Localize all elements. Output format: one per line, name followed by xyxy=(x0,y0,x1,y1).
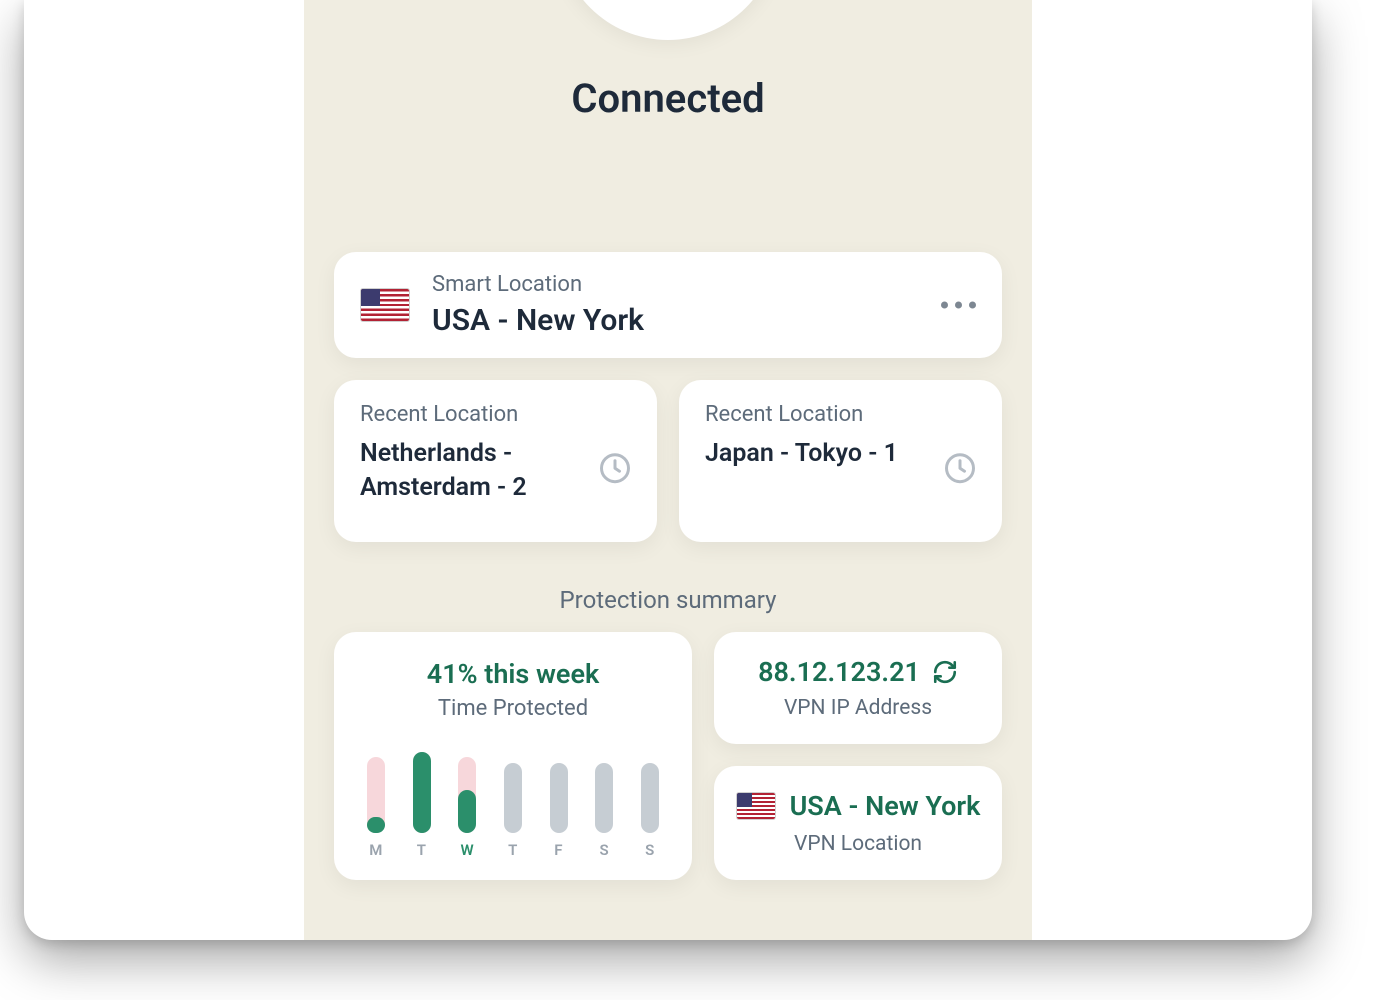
chart-bar: S xyxy=(636,743,664,859)
vpn-location-card[interactable]: USA - New York VPN Location xyxy=(714,766,1002,880)
device-frame: Connected Smart Location USA - New York … xyxy=(24,0,1312,940)
more-options-icon[interactable] xyxy=(941,302,976,309)
chart-bar: T xyxy=(408,743,436,859)
vpn-location-value: USA - New York xyxy=(790,790,981,822)
time-protected-bar-chart: MTWTFSS xyxy=(362,743,664,859)
chart-bar: M xyxy=(362,743,390,859)
vpn-ip-card[interactable]: 88.12.123.21 VPN IP Address xyxy=(714,632,1002,744)
vpn-ip-label: VPN IP Address xyxy=(734,696,982,720)
recent-location-label: Recent Location xyxy=(705,402,976,427)
smart-location-card[interactable]: Smart Location USA - New York xyxy=(334,252,1002,358)
recent-location-card[interactable]: Recent Location Japan - Tokyo - 1 xyxy=(679,380,1002,542)
recent-location-card[interactable]: Recent Location Netherlands - Amsterdam … xyxy=(334,380,657,542)
usa-flag-icon xyxy=(736,792,776,820)
time-protected-card[interactable]: 41% this week Time Protected M T W T F S S xyxy=(334,632,692,880)
chart-bar: F xyxy=(545,743,573,859)
recent-location-value: Netherlands - Amsterdam - 2 xyxy=(360,437,560,505)
chart-bar-label: M xyxy=(369,841,383,859)
smart-location-value: USA - New York xyxy=(432,303,976,338)
vpn-location-label: VPN Location xyxy=(734,832,982,856)
vpn-app-screen: Connected Smart Location USA - New York … xyxy=(304,0,1032,940)
vpn-ip-value: 88.12.123.21 xyxy=(758,656,920,688)
cards-area: Smart Location USA - New York Recent Loc… xyxy=(334,252,1002,880)
usa-flag-icon xyxy=(360,288,410,322)
time-protected-sub: Time Protected xyxy=(352,696,674,721)
chart-bar-label: S xyxy=(645,841,655,859)
chart-bar: W xyxy=(453,743,481,859)
chart-bar-label: S xyxy=(599,841,609,859)
summary-right-column: 88.12.123.21 VPN IP Address xyxy=(714,632,1002,880)
chart-bar-label: T xyxy=(417,841,427,859)
chart-bar: T xyxy=(499,743,527,859)
clock-icon xyxy=(597,450,633,486)
chart-bar-label: W xyxy=(460,841,474,859)
protection-summary-title: Protection summary xyxy=(334,586,1002,614)
clock-icon xyxy=(942,450,978,486)
connection-status-title: Connected xyxy=(304,75,1032,122)
time-protected-metric: 41% this week xyxy=(352,658,674,690)
recent-location-label: Recent Location xyxy=(360,402,631,427)
smart-location-label: Smart Location xyxy=(432,272,976,297)
chart-bar: S xyxy=(590,743,618,859)
chart-bar-label: F xyxy=(554,841,563,859)
chart-bar-label: T xyxy=(508,841,518,859)
refresh-icon[interactable] xyxy=(932,659,958,685)
protection-summary-row: 41% this week Time Protected M T W T F S S 88.… xyxy=(334,632,1002,880)
recent-location-value: Japan - Tokyo - 1 xyxy=(705,437,905,471)
connect-power-button[interactable] xyxy=(558,0,778,40)
recent-locations-row: Recent Location Netherlands - Amsterdam … xyxy=(334,380,1002,542)
